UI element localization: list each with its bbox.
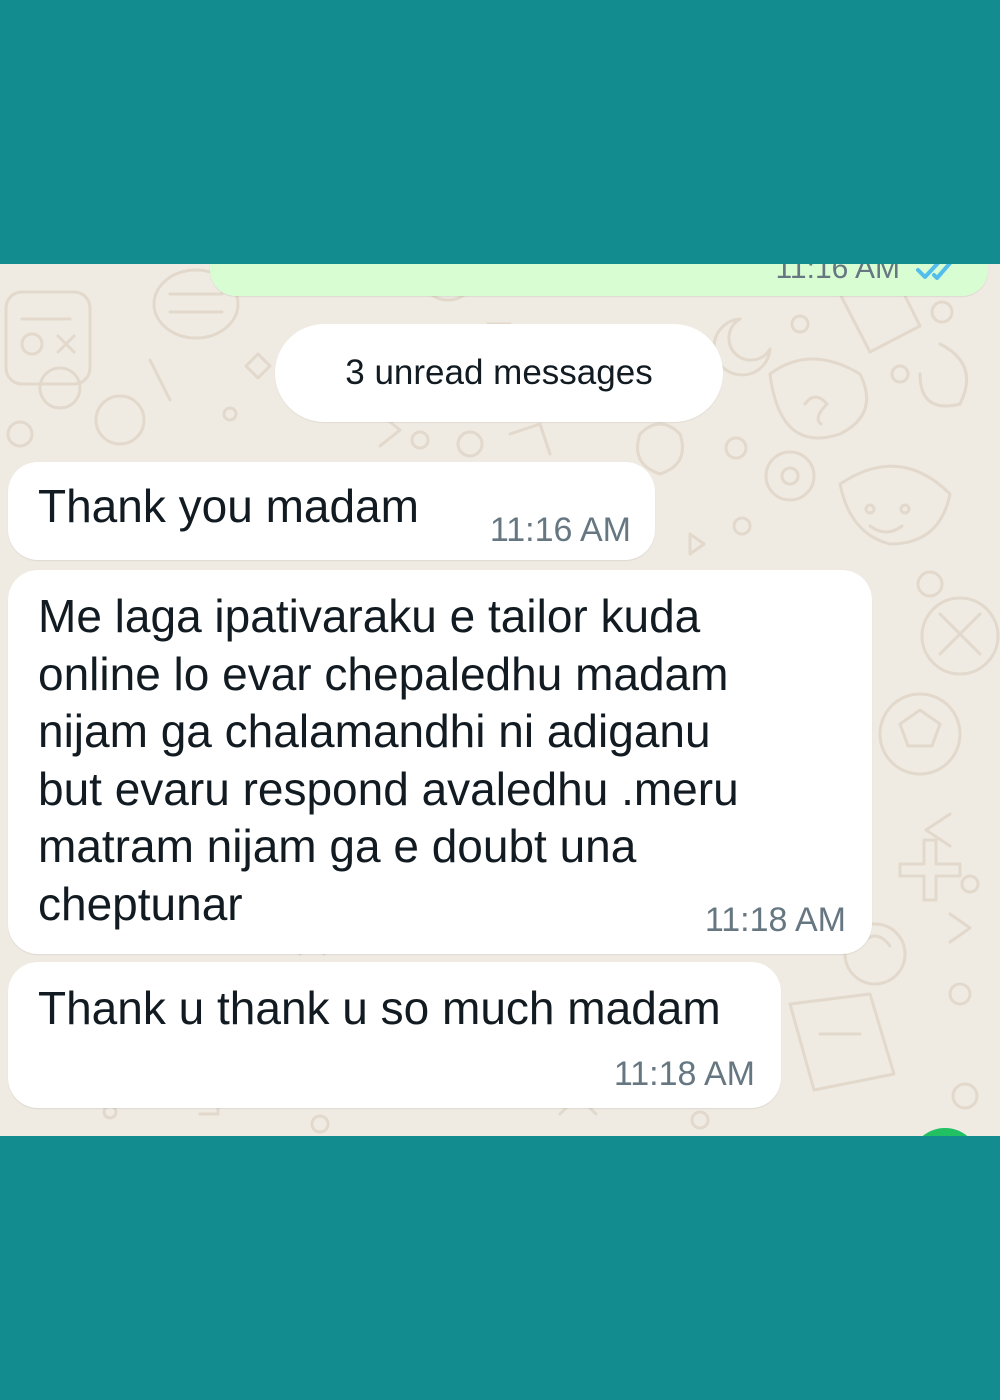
message-time: 11:18 AM <box>704 901 846 939</box>
incoming-message-bubble[interactable]: Thank you madam 11:16 AM <box>8 462 655 560</box>
top-frame-band <box>0 0 1000 264</box>
chat-area[interactable]: 11:16 AM 3 unread messages Thank you mad… <box>0 264 1000 1136</box>
message-text: Me laga ipativaraku e tailor kuda online… <box>38 590 739 930</box>
scroll-down-button[interactable] <box>910 1128 980 1136</box>
outgoing-message-bubble[interactable]: 11:16 AM <box>210 264 988 296</box>
outgoing-message-time: 11:16 AM <box>775 264 900 285</box>
unread-messages-banner: 3 unread messages <box>275 324 723 422</box>
message-time: 11:16 AM <box>489 511 631 549</box>
bottom-frame-band <box>0 1136 1000 1400</box>
message-text: Thank u thank u so much madam <box>38 982 721 1034</box>
double-check-read-icon <box>916 264 952 280</box>
incoming-message-bubble[interactable]: Thank u thank u so much madam 11:18 AM <box>8 962 781 1108</box>
incoming-message-bubble[interactable]: Me laga ipativaraku e tailor kuda online… <box>8 570 872 954</box>
message-time: 11:18 AM <box>613 1055 755 1093</box>
message-text: Thank you madam <box>38 480 419 532</box>
